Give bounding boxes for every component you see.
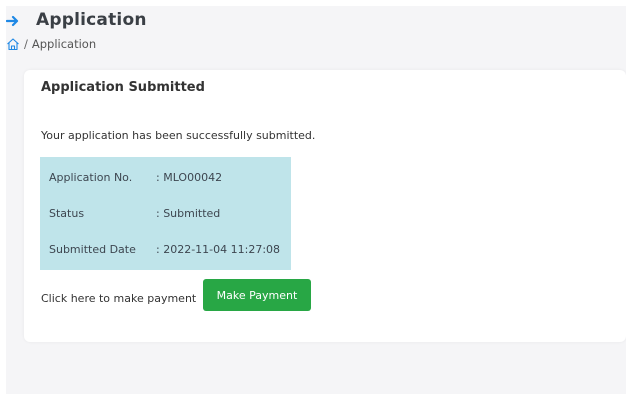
make-payment-button[interactable]: Make Payment (203, 279, 311, 311)
page-content: Application / Application Application Su… (5, 6, 626, 394)
arrow-right-icon (5, 13, 20, 27)
info-row-submitted-date: Submitted Date : 2022-11-04 11:27:08 (49, 243, 280, 256)
info-value: : Submitted (156, 207, 221, 220)
info-row-status: Status : Submitted (49, 207, 220, 220)
info-label: Application No. (49, 171, 133, 184)
page-title: Application (36, 10, 147, 30)
card-title: Application Submitted (41, 80, 205, 95)
breadcrumb: / Application (6, 36, 96, 52)
success-message: Your application has been successfully s… (41, 129, 316, 142)
info-value: : 2022-11-04 11:27:08 (156, 243, 281, 256)
payment-prompt: Click here to make payment (41, 292, 197, 305)
info-label: Submitted Date (49, 243, 136, 256)
breadcrumb-separator: / (24, 37, 28, 51)
application-card: Application Submitted Your application h… (24, 70, 626, 342)
info-value: : MLO00042 (156, 171, 223, 184)
home-icon[interactable] (6, 37, 20, 51)
info-label: Status (49, 207, 85, 220)
info-row-application-no: Application No. : MLO00042 (49, 171, 222, 184)
breadcrumb-current: Application (31, 37, 97, 51)
application-info-box: Application No. : MLO00042 Status : Subm… (40, 157, 291, 270)
page-header: Application (5, 8, 147, 32)
